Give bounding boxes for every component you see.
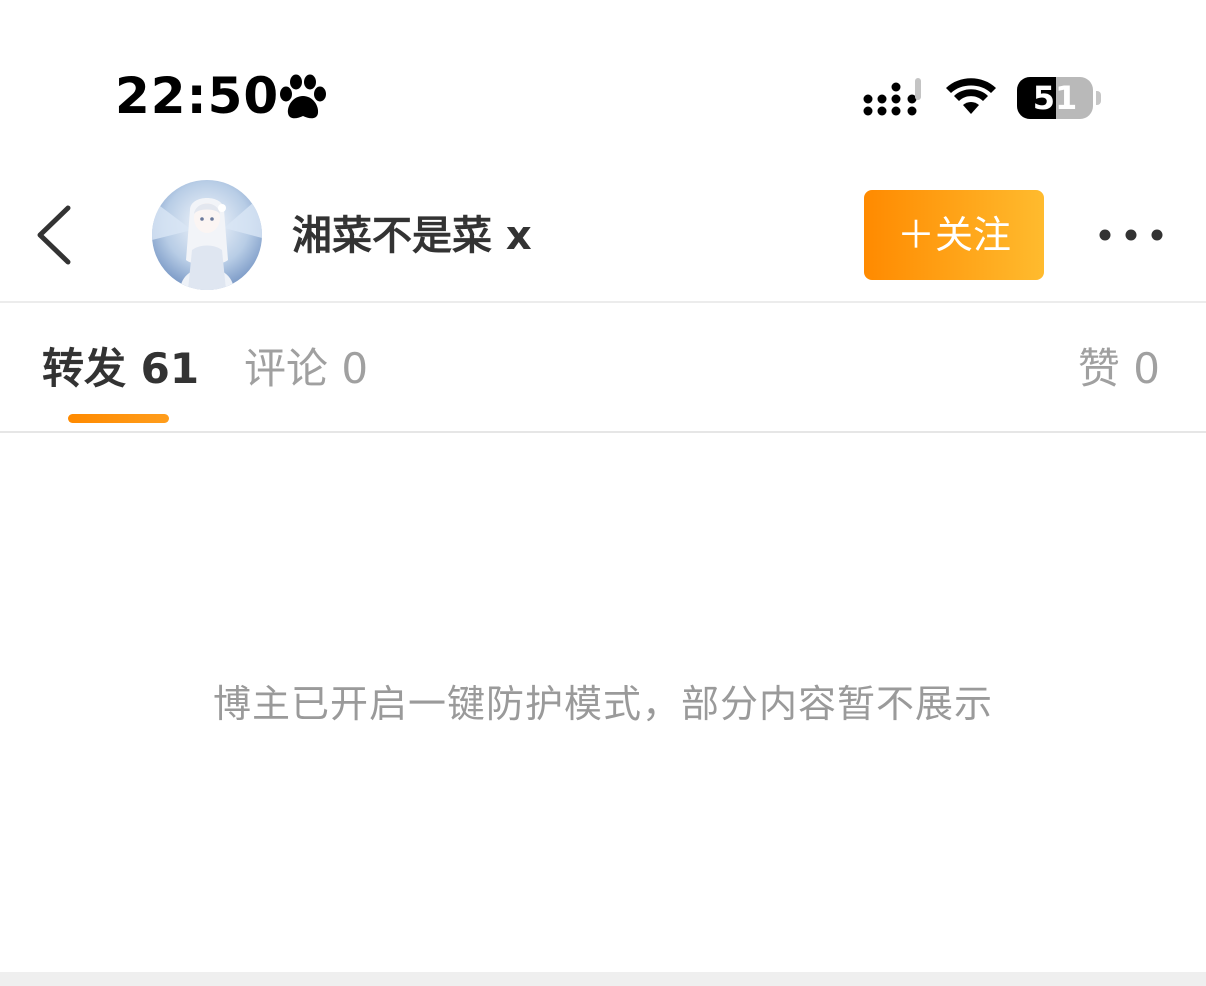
battery-body: 51 bbox=[1017, 77, 1093, 119]
status-time: 22:50 bbox=[115, 67, 280, 125]
tab-likes[interactable]: 赞 0 bbox=[1078, 341, 1160, 397]
tab-reposts[interactable]: 转发 61 bbox=[42, 341, 199, 397]
battery-cap bbox=[1096, 91, 1101, 105]
profile-header: 湘菜不是菜 x ＋关注 bbox=[0, 150, 1206, 303]
follow-button[interactable]: ＋关注 bbox=[864, 190, 1044, 280]
paw-icon bbox=[280, 74, 326, 119]
active-tab-indicator bbox=[68, 414, 169, 423]
protection-notice: 博主已开启一键防护模式，部分内容暂不展示 bbox=[212, 682, 993, 726]
wifi-icon bbox=[946, 78, 996, 114]
battery-level: 51 bbox=[1032, 79, 1078, 117]
tab-bar: 转发 61 评论 0 赞 0 bbox=[0, 303, 1206, 433]
avatar[interactable] bbox=[152, 180, 262, 290]
username[interactable]: 湘菜不是菜 x bbox=[292, 211, 532, 261]
more-horizontal-icon[interactable] bbox=[1096, 224, 1166, 246]
battery-icon: 51 bbox=[1017, 77, 1101, 119]
chevron-left-icon[interactable] bbox=[32, 204, 76, 266]
bottom-divider bbox=[0, 972, 1206, 986]
cellular-signal-icon bbox=[863, 78, 921, 116]
tab-comments[interactable]: 评论 0 bbox=[244, 341, 368, 397]
status-bar: 22:50 51 bbox=[0, 0, 1206, 150]
